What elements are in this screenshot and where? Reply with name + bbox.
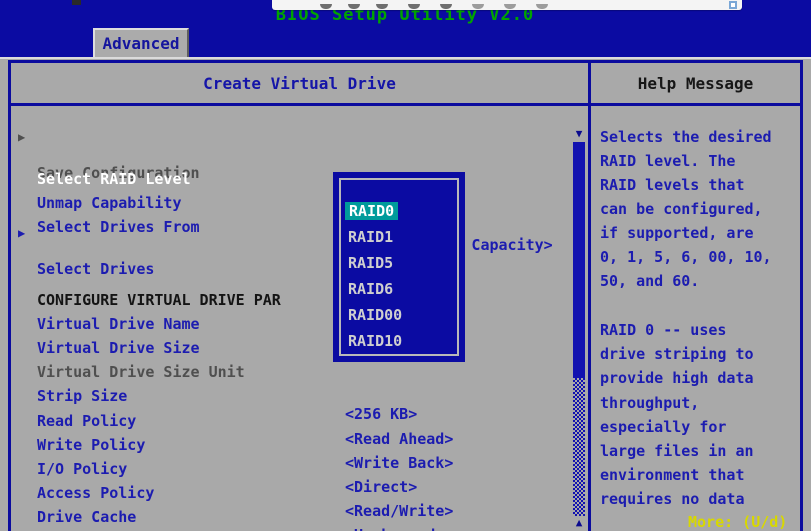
help-text-line: especially for: [600, 418, 798, 436]
window-artifact: [72, 0, 81, 5]
row-select-drives-from[interactable]: Select Drives From <Unconfigured Capacit…: [18, 200, 570, 221]
raid-level-popup: RAID0 RAID1 RAID5 RAID6 RAID00 RAID10: [333, 172, 465, 362]
popup-item-raid6[interactable]: RAID6: [348, 280, 393, 298]
help-panel-header: Help Message: [588, 60, 803, 106]
bios-screen: BIOS Setup Utility V2.0 Advanced Create …: [0, 0, 811, 531]
popup-item-raid0[interactable]: RAID0: [345, 202, 398, 220]
submenu-arrow-icon: ▶: [18, 226, 25, 240]
row-disable-background[interactable]: Disable Background <No>: [18, 514, 570, 531]
help-text-line: large files in an: [600, 442, 798, 460]
toolbar-icon[interactable]: [536, 4, 548, 9]
scroll-up-icon[interactable]: ▲: [572, 517, 586, 529]
row-read-policy[interactable]: Read Policy <Read Ahead>: [18, 394, 570, 415]
help-text-line: drive striping to: [600, 345, 798, 363]
help-text-line: environment that: [600, 466, 798, 484]
help-text-line: 50, and 60.: [600, 272, 798, 290]
help-text-line: RAID levels that: [600, 176, 798, 194]
scroll-down-icon[interactable]: ▼: [572, 128, 586, 140]
row-select-raid-level[interactable]: Select RAID Level <RAID0>: [18, 152, 570, 173]
popup-item-raid00[interactable]: RAID00: [348, 306, 402, 324]
help-text-line: provide high data: [600, 369, 798, 387]
toolbar-icon[interactable]: [504, 4, 516, 9]
popup-item-raid10[interactable]: RAID10: [348, 332, 402, 350]
row-strip-size[interactable]: Strip Size <256 KB>: [18, 369, 570, 390]
row-drive-cache[interactable]: Drive Cache <Unchanged>: [18, 490, 570, 511]
help-text-line: 0, 1, 5, 6, 00, 10,: [600, 248, 798, 266]
popup-item-raid5[interactable]: RAID5: [348, 254, 393, 272]
row-unmap-capability[interactable]: Unmap Capability: [18, 176, 570, 197]
help-title: Help Message: [591, 63, 800, 103]
row-write-policy[interactable]: Write Policy <Write Back>: [18, 418, 570, 439]
row-access-policy[interactable]: Access Policy <Read/Write>: [18, 466, 570, 487]
scrollbar-thumb[interactable]: [573, 142, 585, 378]
help-text-line: throughput,: [600, 394, 798, 412]
toolbar-checkbox-icon[interactable]: [729, 1, 737, 9]
toolbar-icon[interactable]: [376, 4, 388, 9]
help-text-line: can be configured,: [600, 200, 798, 218]
row-virtual-drive-size-unit[interactable]: Virtual Drive Size Unit: [18, 345, 570, 366]
tab-advanced-label: Advanced: [102, 34, 179, 53]
help-text-line: RAID 0 -- uses: [600, 321, 798, 339]
toolbar-icon[interactable]: [472, 4, 484, 9]
section-configure-virtual-drive: CONFIGURE VIRTUAL DRIVE PAR: [18, 273, 570, 294]
menubar-highlight-line: [0, 57, 811, 59]
submenu-arrow-icon: ▶: [18, 130, 25, 144]
main-panel-header: Create Virtual Drive: [8, 60, 591, 106]
toolbar-icon[interactable]: [348, 4, 360, 9]
row-virtual-drive-name[interactable]: Virtual Drive Name: [18, 297, 570, 318]
toolbar-icon[interactable]: [408, 4, 420, 9]
help-text-line: RAID level. The: [600, 152, 798, 170]
tab-advanced[interactable]: Advanced: [93, 28, 189, 57]
help-text-line: Selects the desired: [600, 128, 798, 146]
row-virtual-drive-size[interactable]: Virtual Drive Size: [18, 321, 570, 342]
toolbar-icon[interactable]: [440, 4, 452, 9]
row-select-drives[interactable]: ▶ Select Drives: [18, 224, 570, 245]
toolbar-icon[interactable]: [320, 4, 332, 9]
row-io-policy[interactable]: I/O Policy <Direct>: [18, 442, 570, 463]
scrollbar-track[interactable]: [573, 378, 585, 516]
popup-item-raid1[interactable]: RAID1: [348, 228, 393, 246]
help-more-hint: More: (U/d): [688, 513, 800, 531]
row-save-configuration[interactable]: ▶ Save Configuration: [18, 128, 570, 149]
help-text-line: requires no data: [600, 490, 798, 508]
help-text-line: if supported, are: [600, 224, 798, 242]
page-title: Create Virtual Drive: [11, 63, 588, 103]
console-toolbar: [272, 0, 742, 10]
